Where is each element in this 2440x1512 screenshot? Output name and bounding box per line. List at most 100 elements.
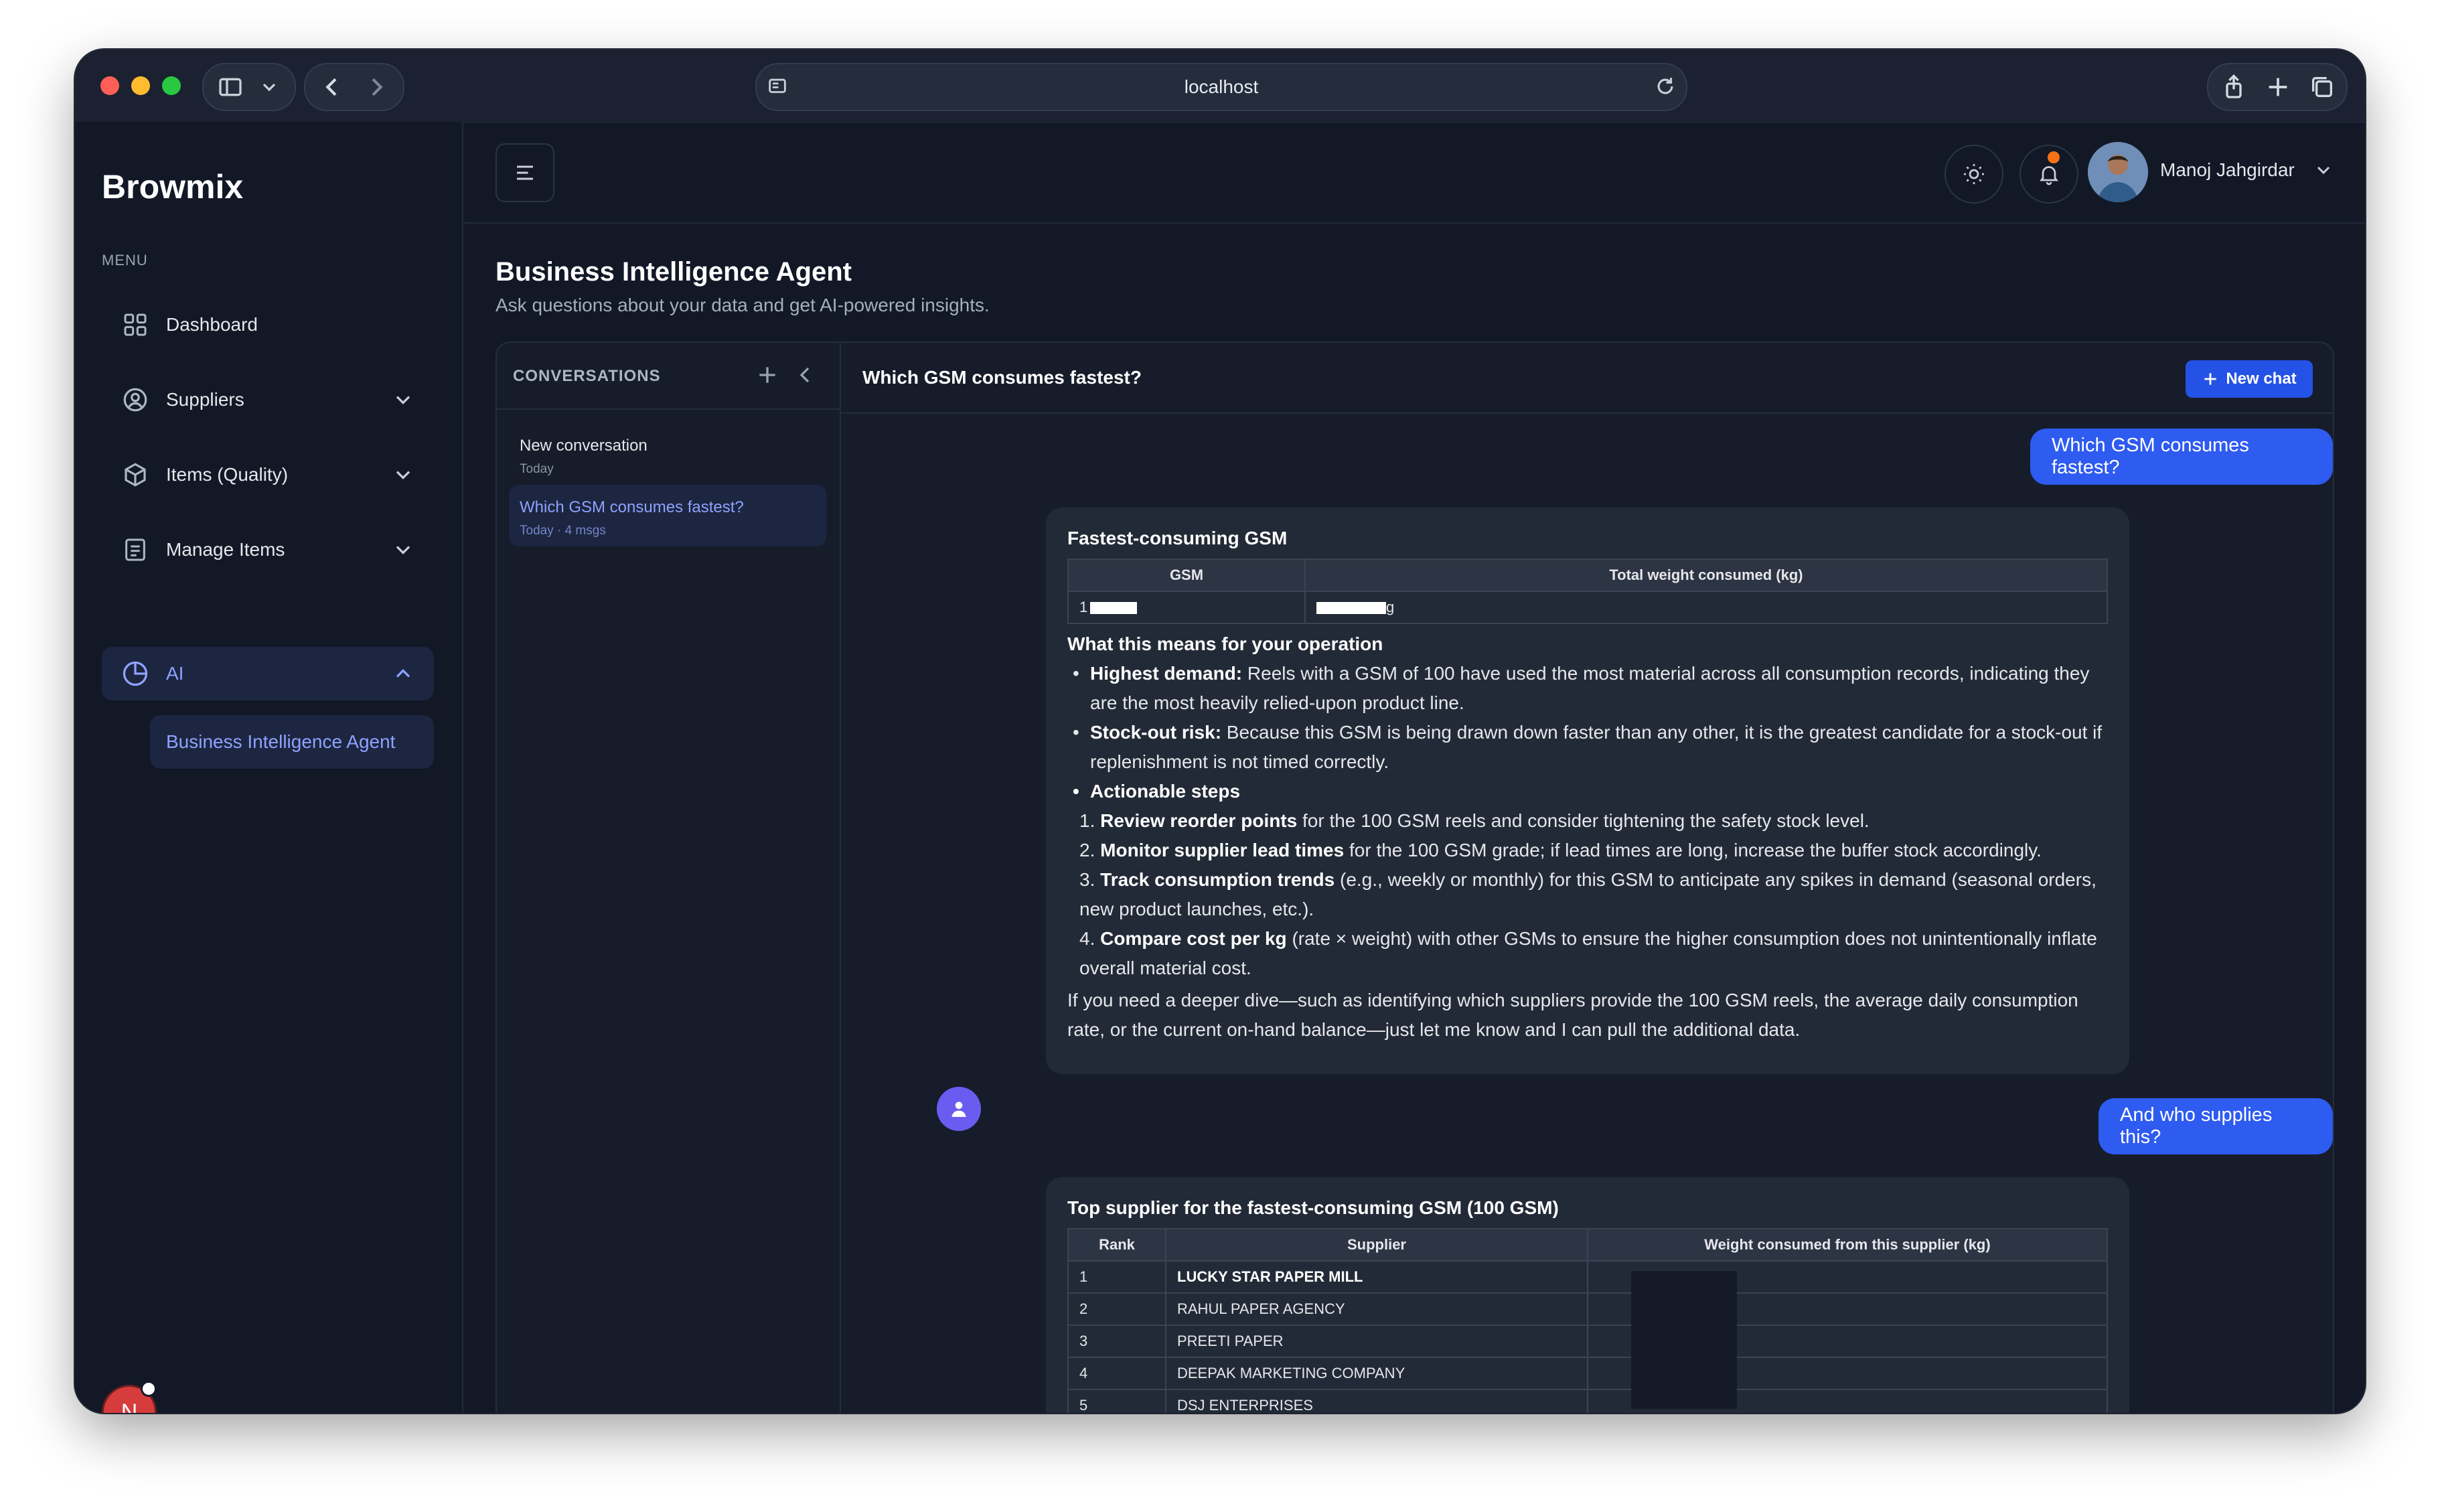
conversation-title: New conversation <box>520 437 647 455</box>
forward-arrow-icon[interactable] <box>363 74 390 100</box>
rank-cell: 5 <box>1067 1389 1166 1413</box>
sidebar-item-label: Suppliers <box>166 389 244 410</box>
sidebar-subitem-business-intelligence-agent[interactable]: Business Intelligence Agent <box>150 715 434 769</box>
rank-cell: 4 <box>1067 1357 1166 1390</box>
conversation-meta: Today <box>520 462 554 476</box>
supplier-cell: DSJ ENTERPRISES <box>1165 1389 1588 1413</box>
conversation-item-active[interactable]: Which GSM consumes fastest? Today · 4 ms… <box>509 485 826 546</box>
back-arrow-icon[interactable] <box>319 74 346 100</box>
share-icon[interactable] <box>2220 74 2247 100</box>
browser-actions <box>2207 63 2348 111</box>
maximize-window-button[interactable] <box>162 76 181 95</box>
new-tab-icon[interactable] <box>2265 74 2291 100</box>
browser-window: localhost Browmix MENU Dashboard Supplie… <box>75 50 2365 1413</box>
pie-chart-icon <box>119 658 151 690</box>
table-row: 4 DEEPAK MARKETING COMPANY <box>1067 1357 2108 1390</box>
sidebar-item-suppliers[interactable]: Suppliers <box>102 373 434 427</box>
user-avatar[interactable] <box>2088 142 2148 202</box>
sun-icon <box>1964 164 1984 184</box>
chevron-down-icon[interactable] <box>2313 159 2334 181</box>
answer-heading: Fastest-consuming GSM <box>1067 528 1288 548</box>
user-name[interactable]: Manoj Jahgirdar <box>2160 159 2295 181</box>
table-header: GSM <box>1067 558 1306 592</box>
table-row: 2 RAHUL PAPER AGENCY <box>1067 1292 2108 1326</box>
address-bar[interactable]: localhost <box>755 63 1687 111</box>
list-item: Highest demand: Reels with a GSM of 100 … <box>1067 659 2108 718</box>
browser-toolbar: localhost <box>75 50 2365 123</box>
table-cell: 1 <box>1067 591 1306 624</box>
bell-icon <box>2040 166 2058 185</box>
list-item: Actionable steps <box>1067 777 2108 806</box>
menu-toggle-button[interactable] <box>495 143 554 202</box>
theme-toggle-button[interactable] <box>1945 145 2003 204</box>
sidebar-item-label: Dashboard <box>166 314 258 335</box>
close-window-button[interactable] <box>100 76 119 95</box>
supplier-cell: RAHUL PAPER AGENCY <box>1165 1292 1588 1326</box>
supplier-table: Rank Supplier Weight consumed from this … <box>1067 1228 2108 1413</box>
page-settings-icon[interactable] <box>766 75 789 98</box>
redacted-block <box>1631 1271 1737 1409</box>
conversation-title: Which GSM consumes fastest? <box>520 498 744 516</box>
sidebar-item-label: AI <box>166 663 184 684</box>
conversation-meta: Today · 4 msgs <box>520 524 606 538</box>
page-subtitle: Ask questions about your data and get AI… <box>495 295 990 315</box>
table-header: Weight consumed from this supplier (kg) <box>1587 1228 2108 1262</box>
sidebar-item-label: Manage Items <box>166 539 285 560</box>
redacted-value <box>1090 602 1138 615</box>
app-header: Manoj Jahgirdar <box>463 122 2365 224</box>
brand-logo: Browmix <box>102 168 244 206</box>
grid-icon <box>119 309 151 341</box>
list-icon <box>119 534 151 566</box>
menu-section-label: MENU <box>102 252 148 269</box>
table-row: 1 LUCKY STAR PAPER MILL <box>1067 1260 2108 1294</box>
sidebar-item-manage-items[interactable]: Manage Items <box>102 523 434 577</box>
plus-icon <box>2204 373 2216 385</box>
new-chat-button[interactable]: New chat <box>2186 360 2313 398</box>
reload-icon[interactable] <box>1654 75 1677 98</box>
chevron-left-icon[interactable] <box>791 362 818 388</box>
sidebar-item-ai[interactable]: AI <box>102 647 434 700</box>
rank-cell: 3 <box>1067 1325 1166 1358</box>
table-header: Rank <box>1067 1228 1166 1262</box>
supplier-cell: DEEPAK MARKETING COMPANY <box>1165 1357 1588 1390</box>
chat-header: Which GSM consumes fastest? New chat <box>841 343 2333 414</box>
app-sidebar: Browmix MENU Dashboard Suppliers Items (… <box>75 122 463 1413</box>
conversation-item[interactable]: New conversation Today <box>509 423 826 485</box>
rank-cell: 1 <box>1067 1260 1166 1294</box>
rank-cell: 2 <box>1067 1292 1166 1326</box>
table-row: 5 DSJ ENTERPRISES <box>1067 1389 2108 1413</box>
sidebar-item-items-quality[interactable]: Items (Quality) <box>102 448 434 502</box>
table-row: 3 PREETI PAPER <box>1067 1325 2108 1358</box>
user-message: And who supplies this? <box>2099 1098 2333 1154</box>
gsm-table: GSM Total weight consumed (kg) 1 g <box>1067 558 2108 624</box>
conversations-heading: CONVERSATIONS <box>513 367 661 385</box>
tab-overview-icon[interactable] <box>2309 74 2336 100</box>
new-chat-label: New chat <box>2226 370 2297 388</box>
chat-panel: CONVERSATIONS New conversation Today Whi… <box>495 342 2334 1413</box>
chevron-down-icon <box>396 396 410 404</box>
list-item: 3. Track consumption trends (e.g., weekl… <box>1079 869 2096 919</box>
user-circle-icon <box>119 384 151 416</box>
divider <box>497 408 840 410</box>
answer-heading: Top supplier for the fastest-consuming G… <box>1067 1197 1559 1218</box>
sidebar-toggle-button[interactable] <box>202 63 296 111</box>
assistant-message: Top supplier for the fastest-consuming G… <box>1046 1177 2129 1413</box>
answer-closing: If you need a deeper dive—such as identi… <box>1067 990 2078 1040</box>
table-cell: g <box>1304 591 2108 624</box>
supplier-cell: LUCKY STAR PAPER MILL <box>1165 1260 1588 1294</box>
history-nav <box>304 63 404 111</box>
user-message: Which GSM consumes fastest? <box>2030 429 2333 485</box>
page-title: Business Intelligence Agent <box>495 257 852 287</box>
table-row: 1 g <box>1067 591 2108 624</box>
minimize-window-button[interactable] <box>131 76 150 95</box>
chevron-up-icon <box>396 669 410 678</box>
status-dot <box>141 1381 157 1397</box>
sidebar-item-dashboard[interactable]: Dashboard <box>102 298 434 352</box>
sidebar-icon <box>219 78 242 96</box>
list-item: 1. Review reorder points for the 100 GSM… <box>1079 810 1870 831</box>
box-icon <box>119 459 151 491</box>
menu-icon <box>517 165 533 180</box>
list-item: 4. Compare cost per kg (rate × weight) w… <box>1079 928 2097 978</box>
plus-icon[interactable] <box>754 362 781 388</box>
chevron-down-icon <box>262 83 276 92</box>
